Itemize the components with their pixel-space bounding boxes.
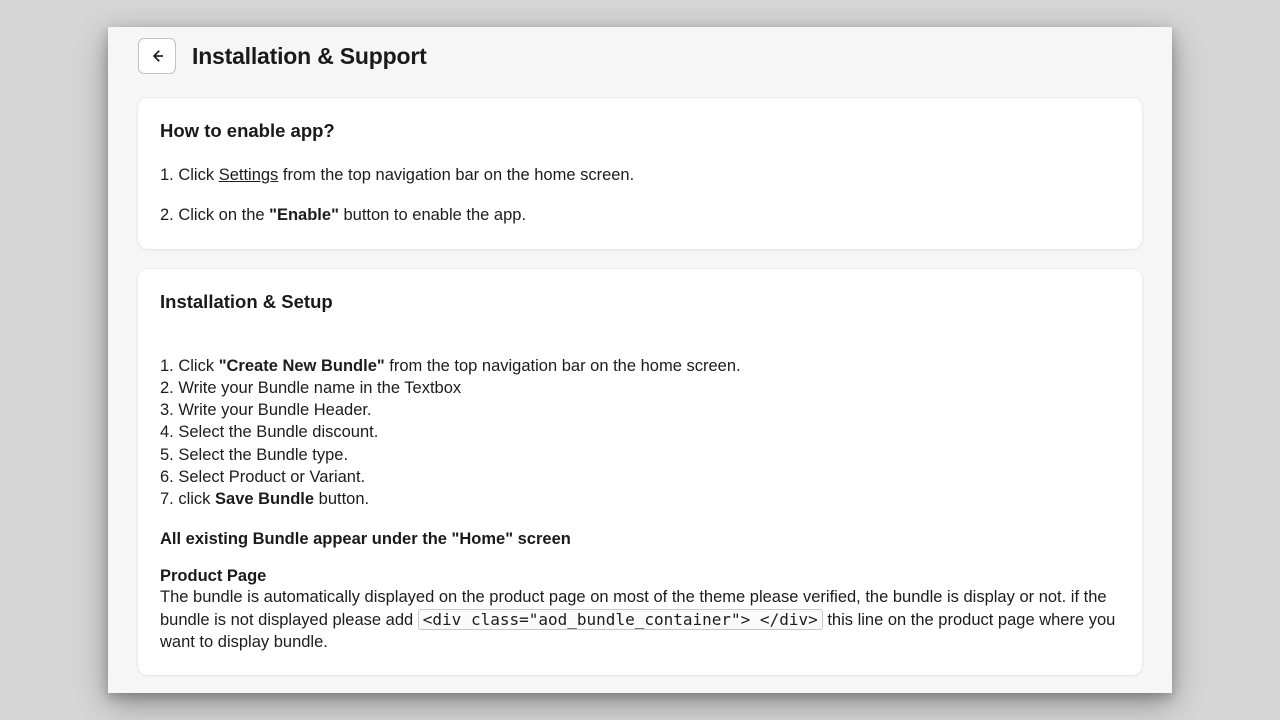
setup-steps-list: 1. Click "Create New Bundle" from the to… bbox=[160, 355, 1120, 511]
page-header: Installation & Support bbox=[108, 27, 1172, 82]
code-snippet: <div class="aod_bundle_container"> </div… bbox=[418, 609, 823, 630]
list-item: 5. Select the Bundle type. bbox=[160, 444, 1120, 466]
card-heading: Installation & Setup bbox=[160, 291, 1120, 313]
step-text: 1. Click bbox=[160, 357, 219, 375]
list-item: 6. Select Product or Variant. bbox=[160, 466, 1120, 488]
settings-link[interactable]: Settings bbox=[219, 166, 279, 184]
step-text: button. bbox=[314, 490, 369, 508]
arrow-left-icon bbox=[148, 47, 166, 65]
step-text: from the top navigation bar on the home … bbox=[278, 166, 634, 184]
step-text: 7. click bbox=[160, 490, 215, 508]
list-item: 3. Write your Bundle Header. bbox=[160, 399, 1120, 421]
product-page-description: The bundle is automatically displayed on… bbox=[160, 586, 1120, 653]
list-item: 7. click Save Bundle button. bbox=[160, 488, 1120, 510]
save-bundle-label: Save Bundle bbox=[215, 490, 314, 508]
page-title: Installation & Support bbox=[192, 43, 427, 70]
card-heading: How to enable app? bbox=[160, 120, 1120, 142]
list-item: 4. Select the Bundle discount. bbox=[160, 421, 1120, 443]
home-screen-note: All existing Bundle appear under the "Ho… bbox=[160, 530, 1120, 549]
step-text: 1. Click bbox=[160, 166, 219, 184]
step-line: 1. Click Settings from the top navigatio… bbox=[160, 164, 1120, 186]
create-bundle-label: "Create New Bundle" bbox=[219, 357, 385, 375]
step-text: from the top navigation bar on the home … bbox=[385, 357, 741, 375]
installation-setup-card: Installation & Setup 1. Click "Create Ne… bbox=[138, 269, 1142, 676]
step-text: button to enable the app. bbox=[339, 206, 526, 224]
list-item: 1. Click "Create New Bundle" from the to… bbox=[160, 355, 1120, 377]
list-item: 2. Write your Bundle name in the Textbox bbox=[160, 377, 1120, 399]
enable-app-card: How to enable app? 1. Click Settings fro… bbox=[138, 98, 1142, 249]
back-button[interactable] bbox=[138, 38, 176, 74]
app-window: Installation & Support How to enable app… bbox=[108, 27, 1172, 693]
step-text: 2. Click on the bbox=[160, 206, 269, 224]
step-line: 2. Click on the "Enable" button to enabl… bbox=[160, 204, 1120, 226]
product-page-heading: Product Page bbox=[160, 567, 1120, 586]
page-content: How to enable app? 1. Click Settings fro… bbox=[108, 98, 1172, 693]
enable-label: "Enable" bbox=[269, 206, 339, 224]
